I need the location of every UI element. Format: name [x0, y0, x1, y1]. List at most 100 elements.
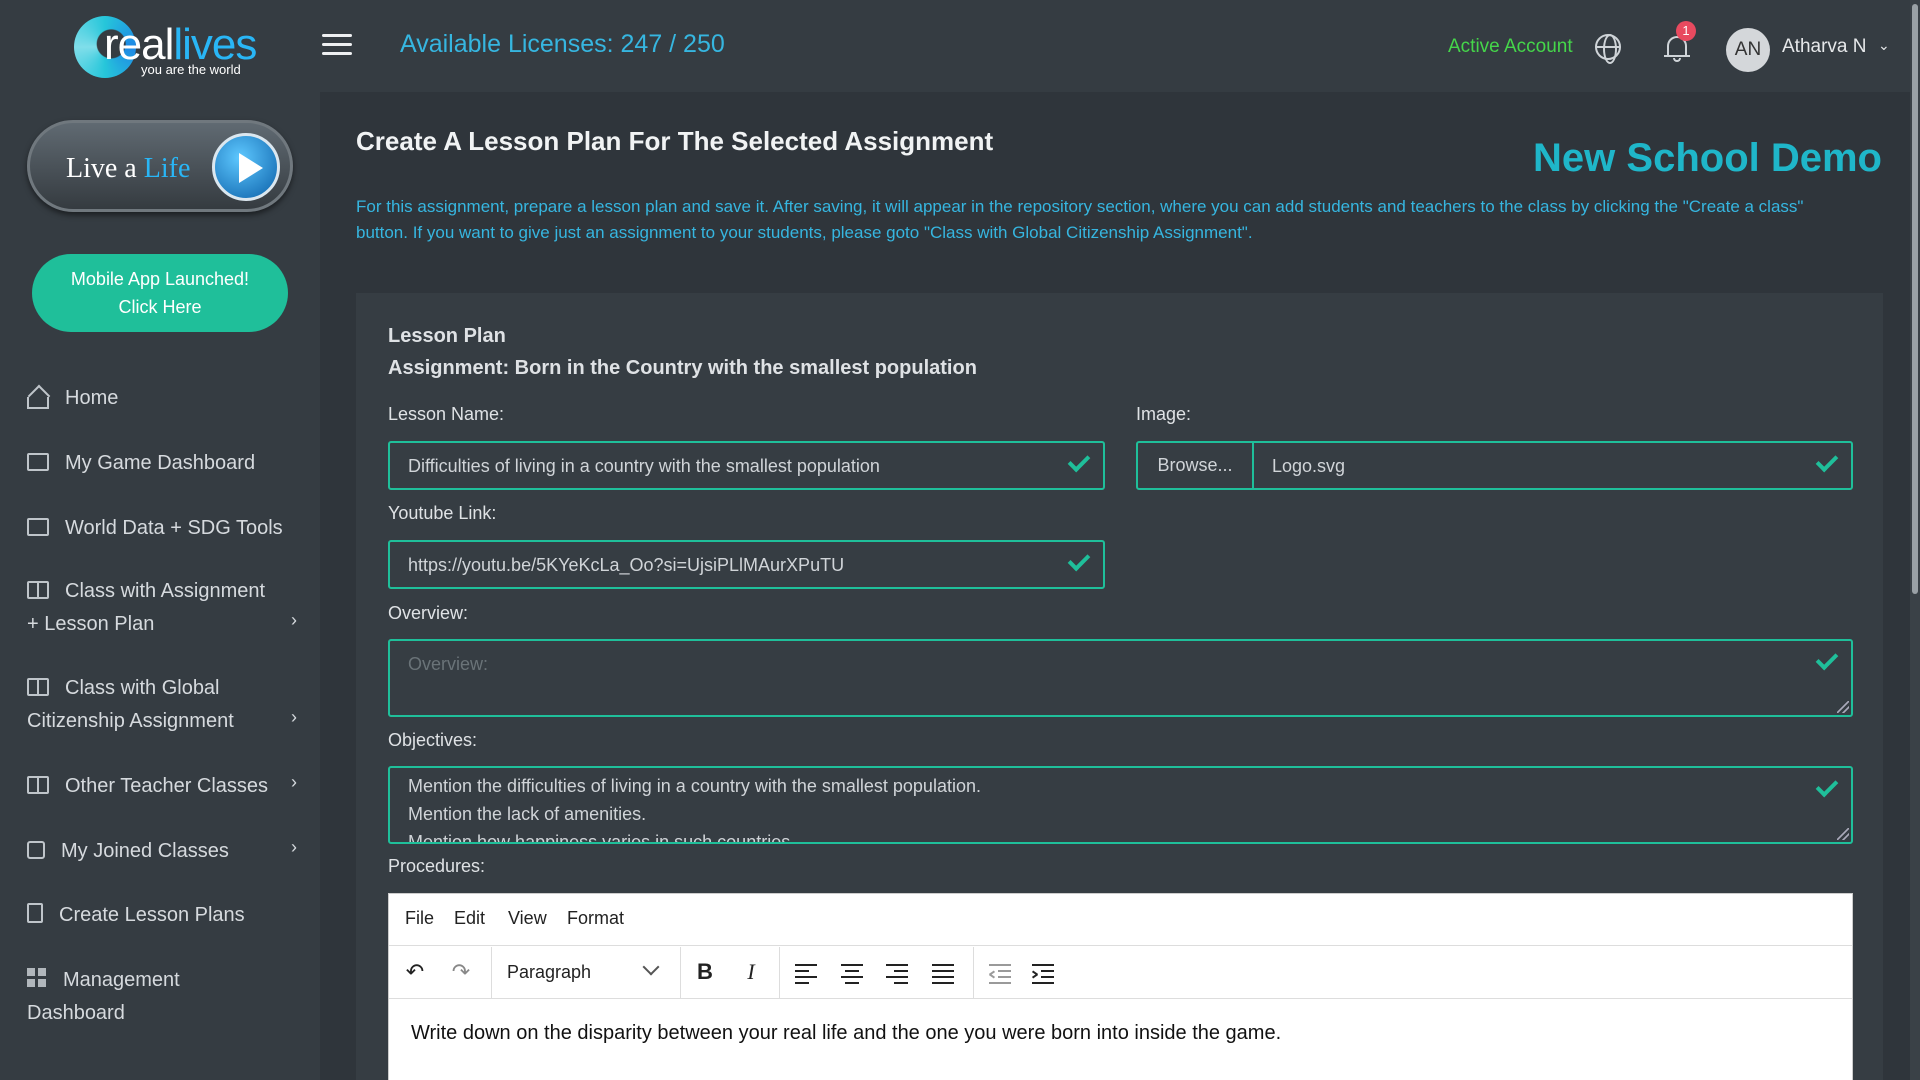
outdent-icon[interactable] [988, 963, 1011, 984]
sidebar-item-label-line2: + Lesson Plan [27, 613, 155, 635]
align-right-icon[interactable] [886, 963, 908, 984]
live-label-main: Live a [66, 153, 144, 184]
overview-placeholder: Overview: [408, 654, 489, 674]
thumbs-up-icon [27, 841, 45, 859]
mobile-app-line2: Click Here [118, 297, 202, 317]
image-label: Image: [1136, 404, 1192, 424]
logo-tagline: you are the world [141, 62, 241, 77]
editor-content[interactable]: Write down on the disparity between your… [411, 1022, 1281, 1045]
menu-file[interactable]: File [405, 908, 434, 929]
sidebar-item-label: Class with Global [65, 677, 220, 699]
block-format-select[interactable]: Paragraph [507, 962, 591, 983]
sidebar-item-joined-classes[interactable]: My Joined Classes › [27, 835, 297, 868]
indent-icon[interactable] [1031, 963, 1054, 984]
menu-view[interactable]: View [508, 908, 547, 929]
lesson-name-value: Difficulties of living in a country with… [408, 456, 880, 476]
bold-button[interactable]: B [691, 959, 719, 987]
sidebar-item-global-citizenship[interactable]: Class with Global Citizenship Assignment… [27, 672, 297, 738]
editor-toolbar: ↶ ↷ Paragraph B I [389, 947, 1852, 999]
youtube-link-input[interactable]: https://youtu.be/5KYeKcLa_Oo?si=UjsiPLlM… [388, 540, 1105, 589]
lesson-plan-card: Lesson Plan Assignment: Born in the Coun… [356, 293, 1883, 1080]
page-title: Create A Lesson Plan For The Selected As… [356, 126, 994, 156]
book-icon [27, 776, 49, 794]
sidebar-item-label: Home [65, 387, 119, 409]
monitor-icon [27, 518, 49, 536]
reallives-logo[interactable]: reallives you are the world [74, 14, 257, 82]
sidebar-item-class-assignment[interactable]: Class with Assignment + Lesson Plan › [27, 575, 297, 641]
procedures-rich-text-editor: File Edit View Format ↶ ↷ Paragraph B I [388, 893, 1853, 1080]
sidebar-item-label: Management [63, 969, 180, 991]
chevron-right-icon: › [291, 837, 297, 857]
book-icon [27, 581, 49, 599]
toolbar-divider [491, 947, 492, 999]
sidebar-item-label: World Data + SDG Tools [65, 517, 283, 539]
check-icon [1067, 556, 1089, 570]
align-center-icon[interactable] [841, 963, 863, 984]
chevron-down-icon[interactable]: ⌄ [1878, 37, 1890, 54]
notification-badge: 1 [1676, 21, 1696, 41]
sidebar-item-world-data[interactable]: World Data + SDG Tools [27, 512, 297, 545]
card-title: Lesson Plan [388, 325, 506, 347]
live-a-life-button[interactable]: Live a Life [27, 120, 293, 212]
objectives-text: Mention the difficulties of living in a … [408, 772, 981, 844]
sidebar-item-game-dashboard[interactable]: My Game Dashboard [27, 447, 297, 480]
redo-icon[interactable]: ↷ [447, 959, 475, 987]
user-name[interactable]: Atharva N [1782, 36, 1866, 58]
youtube-link-label: Youtube Link: [388, 503, 497, 523]
toolbar-divider [779, 947, 780, 999]
image-file-input[interactable]: Browse... Logo.svg [1136, 441, 1853, 490]
editor-menubar: File Edit View Format [389, 894, 1852, 946]
sidebar-item-create-lesson-plans[interactable]: Create Lesson Plans [27, 899, 297, 932]
hamburger-menu-icon[interactable] [322, 32, 352, 58]
tablet-icon [27, 903, 43, 923]
sidebar-item-label: Other Teacher Classes [65, 775, 269, 797]
browse-button[interactable]: Browse... [1138, 443, 1254, 488]
undo-icon[interactable]: ↶ [401, 959, 429, 987]
globe-icon[interactable] [1595, 34, 1621, 64]
book-icon [27, 678, 49, 696]
lesson-name-input[interactable]: Difficulties of living in a country with… [388, 441, 1105, 490]
page-scrollbar[interactable] [1910, 0, 1920, 1080]
resize-handle-icon[interactable] [1837, 701, 1849, 713]
sidebar-item-label: Create Lesson Plans [59, 904, 245, 926]
chevron-right-icon: › [291, 707, 297, 727]
chevron-down-icon[interactable] [642, 958, 660, 976]
check-icon [1815, 782, 1837, 796]
objectives-textarea[interactable]: Mention the difficulties of living in a … [388, 766, 1853, 844]
menu-format[interactable]: Format [567, 908, 624, 929]
toolbar-divider [973, 947, 974, 999]
sidebar-item-label-line2: Citizenship Assignment [27, 710, 234, 732]
top-header: Available Licenses: 247 / 250 Active Acc… [320, 0, 1920, 92]
active-account-status: Active Account [1448, 36, 1573, 57]
objective-line: Mention the lack of amenities. [408, 804, 647, 824]
align-left-icon[interactable] [795, 963, 817, 984]
mobile-app-button[interactable]: Mobile App Launched! Click Here [32, 254, 288, 332]
sidebar-item-home[interactable]: Home [27, 382, 297, 415]
sidebar-item-other-teacher-classes[interactable]: Other Teacher Classes › [27, 770, 297, 803]
overview-label: Overview: [388, 603, 469, 623]
mobile-app-line1: Mobile App Launched! [70, 269, 250, 289]
check-icon [1815, 457, 1837, 471]
school-name: New School Demo [1533, 136, 1882, 180]
menu-edit[interactable]: Edit [454, 908, 485, 929]
resize-handle-icon[interactable] [1837, 828, 1849, 840]
chevron-right-icon: › [291, 610, 297, 630]
image-file-name: Logo.svg [1272, 456, 1346, 476]
sidebar: reallives you are the world Live a Life … [0, 0, 320, 1080]
sidebar-item-label-line2: Dashboard [27, 1002, 125, 1024]
available-licenses: Available Licenses: 247 / 250 [400, 30, 725, 58]
sidebar-item-label: My Game Dashboard [65, 452, 256, 474]
grid-icon [27, 968, 47, 988]
objective-line: Mention how happiness varies in such cou… [408, 832, 796, 844]
monitor-icon [27, 453, 49, 471]
align-justify-icon[interactable] [932, 963, 954, 984]
live-label-accent: Life [143, 153, 191, 184]
procedures-label: Procedures: [388, 856, 486, 876]
sidebar-item-management-dashboard[interactable]: Management Dashboard [27, 964, 297, 1030]
scrollbar-thumb[interactable] [1912, 4, 1918, 594]
avatar[interactable]: AN [1726, 28, 1770, 72]
italic-button[interactable]: I [737, 959, 765, 987]
toolbar-divider [680, 947, 681, 999]
overview-textarea[interactable]: Overview: [388, 639, 1853, 717]
check-icon [1067, 457, 1089, 471]
